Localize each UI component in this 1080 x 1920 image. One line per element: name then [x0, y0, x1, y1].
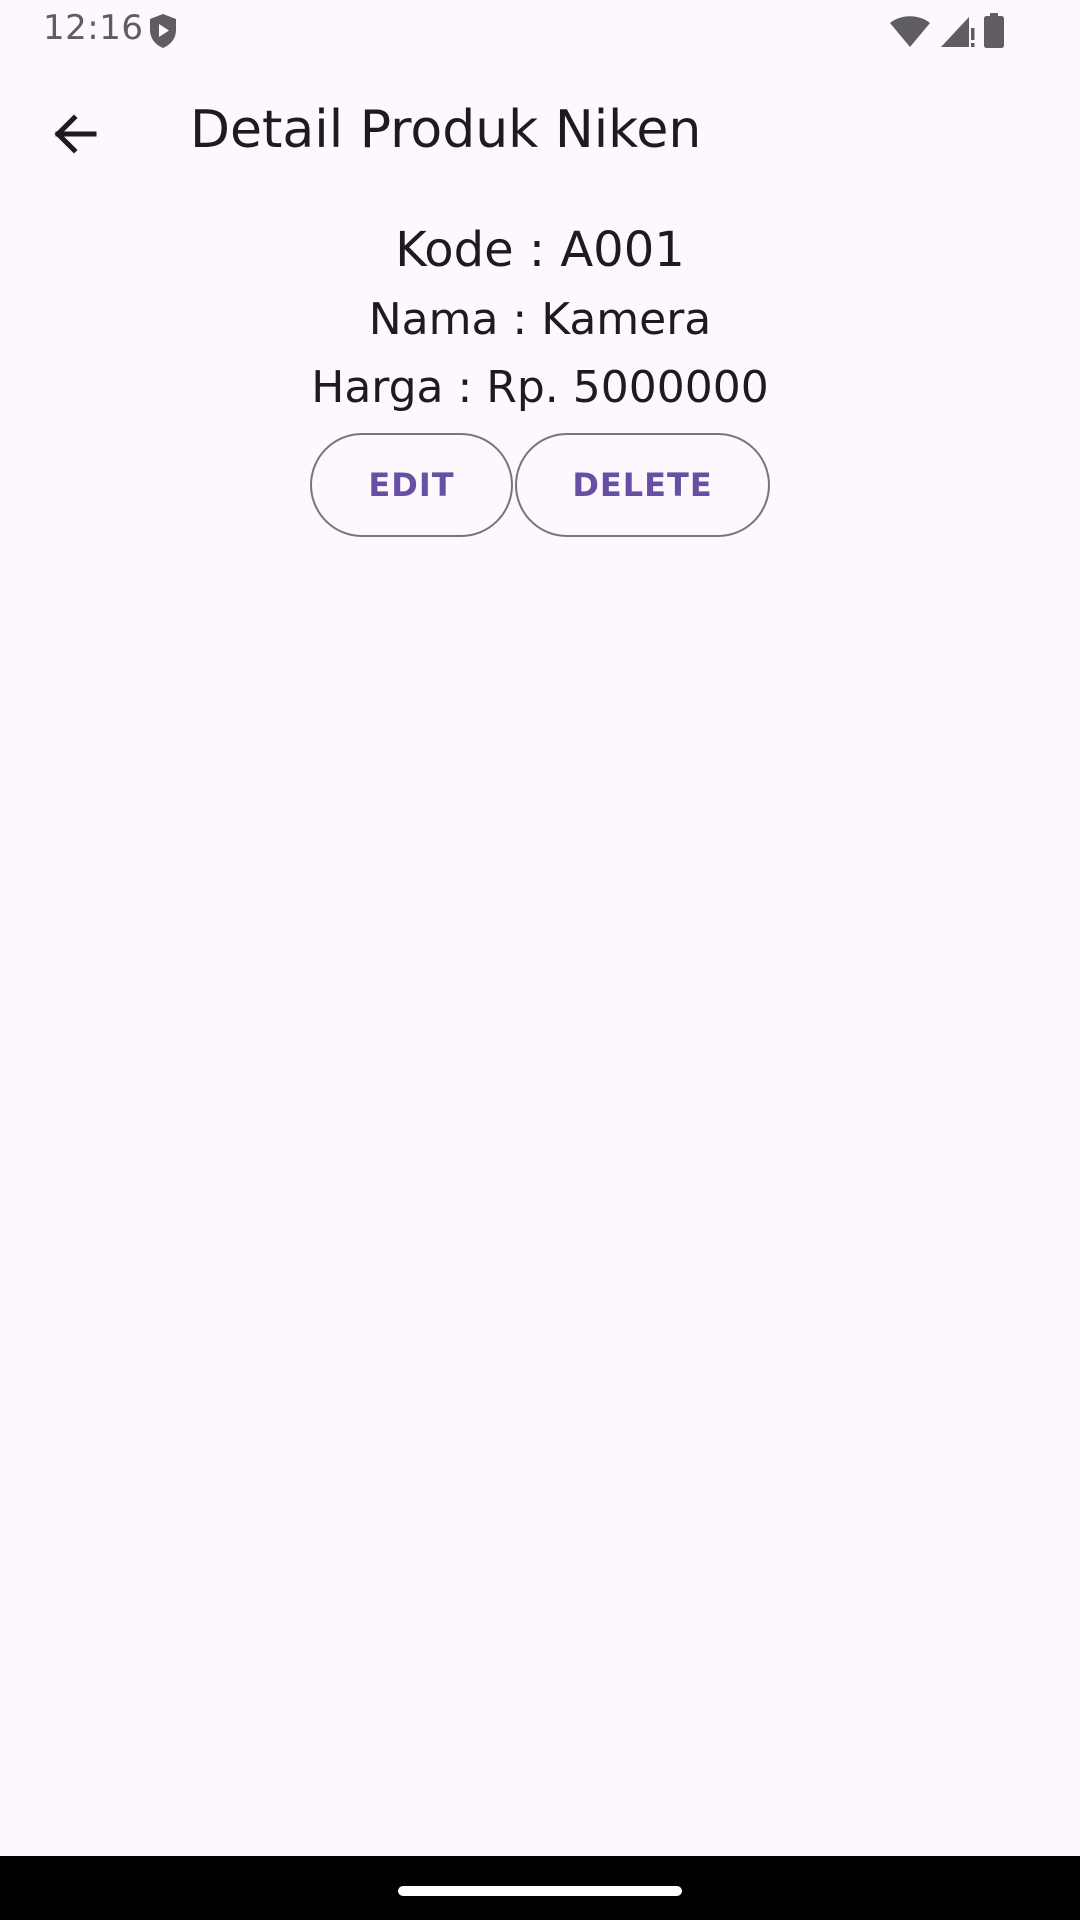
- signal-icon: [939, 14, 975, 52]
- system-navigation-bar: [0, 1856, 1080, 1920]
- product-nama: Nama : Kamera: [368, 294, 712, 345]
- delete-button[interactable]: DELETE: [515, 433, 770, 537]
- battery-icon: [983, 13, 1005, 53]
- product-detail: Kode : A001 Nama : Kamera Harga : Rp. 50…: [0, 210, 1080, 422]
- back-button[interactable]: [40, 102, 108, 170]
- app-bar: Detail Produk Niken: [0, 62, 1080, 210]
- home-indicator[interactable]: [398, 1886, 682, 1896]
- status-bar: 12:16: [0, 0, 1080, 62]
- wifi-icon: [889, 14, 931, 52]
- product-harga: Harga : Rp. 5000000: [311, 362, 769, 413]
- edit-button[interactable]: EDIT: [310, 433, 513, 537]
- page-title: Detail Produk Niken: [190, 100, 702, 160]
- arrow-back-icon: [50, 110, 98, 162]
- product-kode: Kode : A001: [395, 222, 685, 278]
- action-buttons: EDIT DELETE: [0, 433, 1080, 537]
- shield-play-icon: [148, 13, 178, 53]
- status-time: 12:16: [43, 8, 144, 48]
- status-icons: [889, 13, 1005, 53]
